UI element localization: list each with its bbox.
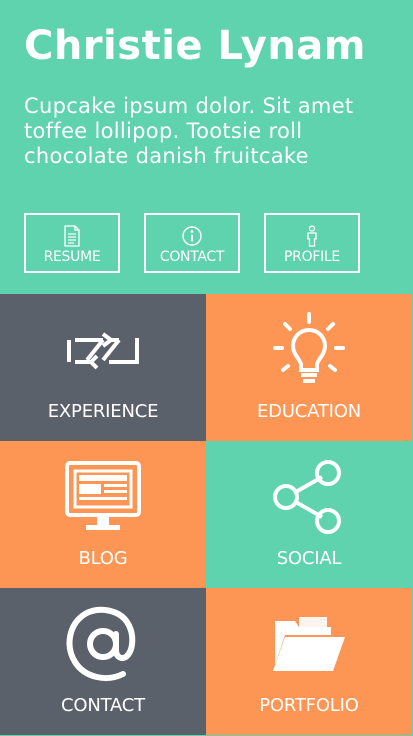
resume-page: Christie Lynam Cupcake ipsum dolor. Sit …	[0, 0, 413, 736]
share-icon	[206, 455, 412, 539]
monitor-icon	[0, 455, 206, 539]
tile-experience[interactable]: EXPERIENCE	[0, 294, 206, 441]
swap-arrows-icon	[0, 308, 206, 392]
tile-social-label: SOCIAL	[276, 548, 342, 569]
lightbulb-icon	[206, 308, 412, 392]
at-sign-icon	[0, 602, 206, 686]
tile-blog-label: BLOG	[78, 548, 128, 569]
resume-button[interactable]: RESUME	[24, 213, 120, 273]
tile-blog[interactable]: BLOG	[0, 441, 206, 588]
contact-button-label: CONTACT	[159, 249, 225, 265]
tile-education[interactable]: EDUCATION	[206, 294, 412, 441]
profile-intro: Cupcake ipsum dolor. Sit amet toffee lol…	[24, 94, 354, 168]
tile-education-label: EDUCATION	[256, 401, 362, 422]
document-icon	[26, 225, 118, 247]
person-icon	[266, 225, 358, 247]
profile-header: Christie Lynam Cupcake ipsum dolor. Sit …	[0, 0, 413, 294]
tile-social[interactable]: SOCIAL	[206, 441, 412, 588]
navigation-grid: EXPERIENCE EDUCATION BLOG SOCIAL CONTACT…	[0, 294, 413, 736]
tile-contact-label: CONTACT	[61, 695, 145, 716]
info-icon	[146, 225, 238, 247]
tile-portfolio-label: PORTFOLIO	[259, 695, 359, 716]
profile-button-label: PROFILE	[284, 249, 340, 265]
tile-contact[interactable]: CONTACT	[0, 588, 206, 735]
contact-button[interactable]: CONTACT	[144, 213, 240, 273]
tile-portfolio[interactable]: PORTFOLIO	[206, 588, 412, 735]
resume-button-label: RESUME	[43, 249, 101, 265]
folder-icon	[206, 602, 412, 686]
tile-experience-label: EXPERIENCE	[47, 401, 159, 422]
profile-button[interactable]: PROFILE	[264, 213, 360, 273]
profile-name: Christie Lynam	[24, 23, 366, 69]
